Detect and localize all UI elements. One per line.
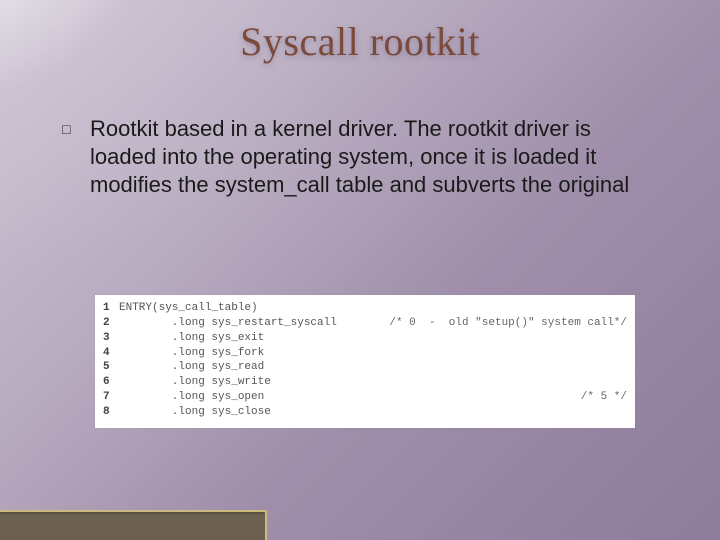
code-block: 1 ENTRY(sys_call_table) 2 .long sys_rest…	[95, 295, 635, 428]
line-number: 6	[103, 375, 119, 390]
line-number: 1	[103, 301, 119, 316]
line-number: 8	[103, 405, 119, 420]
line-number: 4	[103, 346, 119, 361]
code-line: 5 .long sys_read	[103, 360, 627, 375]
code-line: 3 .long sys_exit	[103, 331, 627, 346]
code-comment	[615, 405, 627, 420]
bullet-item: □ Rootkit based in a kernel driver. The …	[62, 115, 652, 199]
code-comment: /* 0 - old "setup()" system call*/	[377, 316, 627, 331]
code-comment: /* 5 */	[569, 390, 627, 405]
code-comment	[615, 346, 627, 361]
code-comment	[615, 331, 627, 346]
code-line: 6 .long sys_write	[103, 375, 627, 390]
code-line: 8 .long sys_close	[103, 405, 627, 420]
code-text: .long sys_exit	[119, 331, 264, 346]
slide-body: □ Rootkit based in a kernel driver. The …	[62, 115, 652, 199]
slide-title: Syscall rootkit	[0, 0, 720, 65]
code-text: .long sys_open	[119, 390, 264, 405]
body-text: Rootkit based in a kernel driver. The ro…	[90, 115, 652, 199]
code-text: .long sys_close	[119, 405, 271, 420]
code-comment	[615, 360, 627, 375]
bullet-square-icon: □	[62, 115, 90, 143]
code-text: .long sys_restart_syscall	[119, 316, 337, 331]
line-number: 2	[103, 316, 119, 331]
code-text: ENTRY(sys_call_table)	[119, 301, 258, 316]
code-line: 2 .long sys_restart_syscall /* 0 - old "…	[103, 316, 627, 331]
footer-accent-bar	[0, 510, 267, 540]
line-number: 5	[103, 360, 119, 375]
code-comment	[615, 375, 627, 390]
code-comment	[615, 301, 627, 316]
code-text: .long sys_read	[119, 360, 264, 375]
code-line: 7 .long sys_open /* 5 */	[103, 390, 627, 405]
slide: Syscall rootkit □ Rootkit based in a ker…	[0, 0, 720, 540]
code-text: .long sys_fork	[119, 346, 264, 361]
code-line: 1 ENTRY(sys_call_table)	[103, 301, 627, 316]
line-number: 3	[103, 331, 119, 346]
code-line: 4 .long sys_fork	[103, 346, 627, 361]
line-number: 7	[103, 390, 119, 405]
code-text: .long sys_write	[119, 375, 271, 390]
